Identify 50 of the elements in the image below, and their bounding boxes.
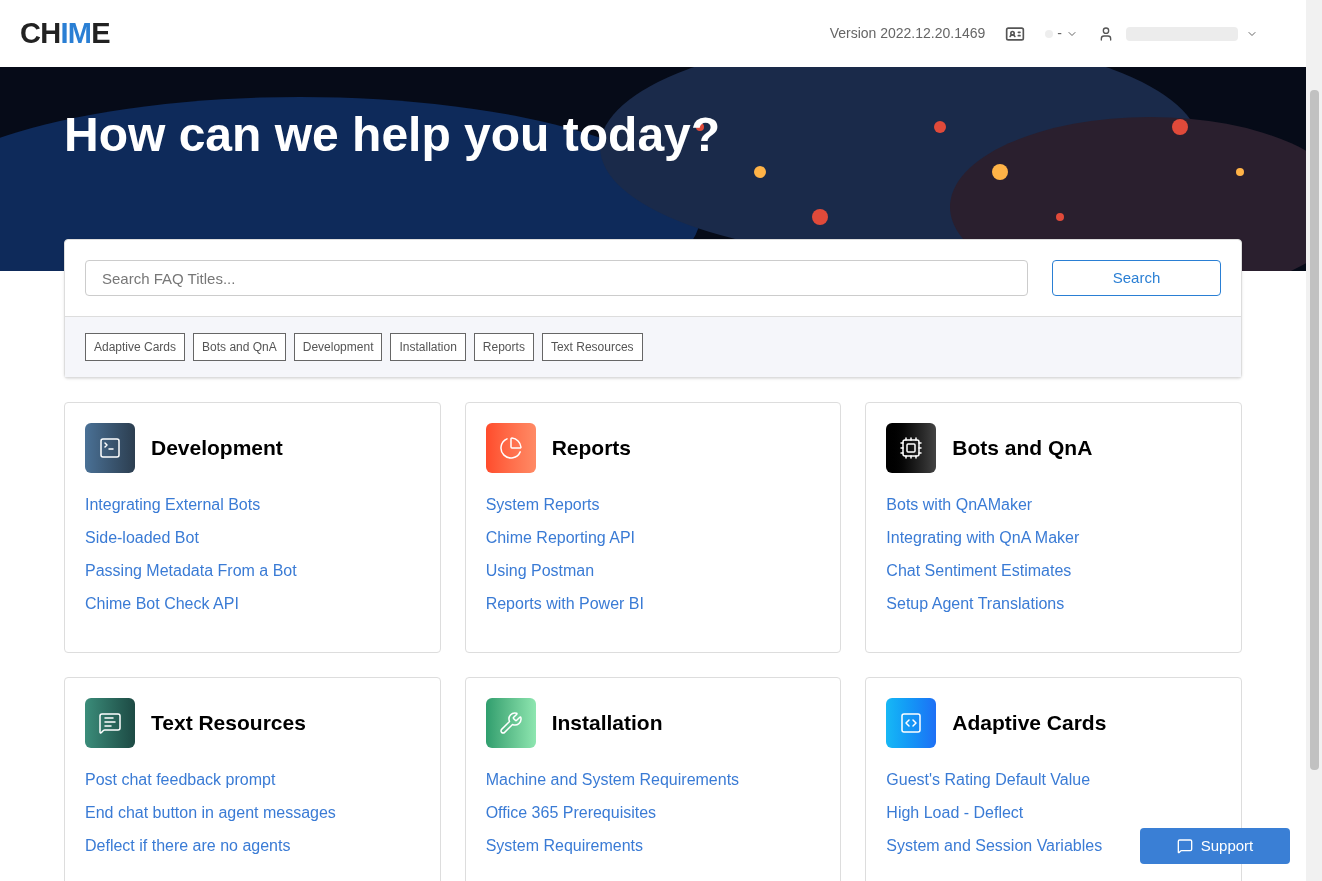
faq-link[interactable]: System and Session Variables xyxy=(886,834,1103,858)
faq-link[interactable]: Setup Agent Translations xyxy=(886,592,1065,616)
pie-chart-icon xyxy=(485,423,536,473)
version-label: Version 2022.12.20.1469 xyxy=(829,24,986,43)
faq-link[interactable]: Chat Sentiment Estimates xyxy=(886,559,1072,583)
faq-link[interactable]: Bots with QnAMaker xyxy=(886,493,1033,517)
category-title: Installation xyxy=(551,710,663,737)
faq-link[interactable]: Post chat feedback prompt xyxy=(85,768,276,792)
category-title: Reports xyxy=(551,435,631,462)
faq-link[interactable]: Integrating External Bots xyxy=(85,493,261,517)
category-title: Text Resources xyxy=(151,710,306,737)
faq-link[interactable]: Guest's Rating Default Value xyxy=(886,768,1091,792)
faq-link[interactable]: Integrating with QnA Maker xyxy=(886,526,1080,550)
search-field[interactable]: Search FAQ Titles... xyxy=(85,260,1028,296)
faq-link[interactable]: Reports with Power BI xyxy=(485,592,644,616)
status-dropdown[interactable]: - xyxy=(1045,23,1078,44)
chip-icon xyxy=(886,423,937,473)
faq-link[interactable]: End chat button in agent messages xyxy=(85,801,336,825)
category-title: Bots and QnA xyxy=(952,435,1093,462)
tag[interactable]: Development xyxy=(293,333,383,361)
faq-link[interactable]: Passing Metadata From a Bot xyxy=(85,559,297,583)
scrollbar[interactable] xyxy=(1306,0,1322,881)
tag[interactable]: Text Resources xyxy=(541,333,643,361)
hero-title: How can we help you today? xyxy=(64,107,721,163)
message-icon xyxy=(85,698,135,748)
user-icon xyxy=(1098,25,1114,42)
support-button[interactable]: Support xyxy=(1140,828,1290,864)
tag[interactable]: Adaptive Cards xyxy=(85,333,186,361)
tag[interactable]: Reports xyxy=(473,333,534,361)
faq-link[interactable]: Office 365 Prerequisites xyxy=(485,801,657,825)
faq-link[interactable]: Using Postman xyxy=(485,559,595,583)
faq-link[interactable]: System Reports xyxy=(485,493,600,517)
faq-link[interactable]: Chime Bot Check API xyxy=(85,592,239,616)
category-title: Adaptive Cards xyxy=(952,710,1107,737)
user-menu[interactable] xyxy=(1126,26,1258,41)
wrench-icon xyxy=(485,698,536,748)
tag[interactable]: Bots and QnA xyxy=(193,333,286,361)
faq-link[interactable]: Machine and System Requirements xyxy=(485,768,740,792)
search-button[interactable]: Search xyxy=(1052,260,1221,296)
faq-link[interactable]: Deflect if there are no agents xyxy=(85,834,291,858)
chat-icon xyxy=(1176,838,1193,854)
code-icon xyxy=(886,698,937,748)
faq-link[interactable]: System Requirements xyxy=(485,834,644,858)
tag[interactable]: Installation xyxy=(390,333,466,361)
logo[interactable]: CHIME xyxy=(20,11,110,56)
faq-link[interactable]: Side-loaded Bot xyxy=(85,526,199,550)
terminal-icon xyxy=(85,423,135,473)
category-title: Development xyxy=(151,435,283,462)
faq-link[interactable]: High Load - Deflect xyxy=(886,801,1024,825)
faq-link[interactable]: Chime Reporting API xyxy=(485,526,636,550)
